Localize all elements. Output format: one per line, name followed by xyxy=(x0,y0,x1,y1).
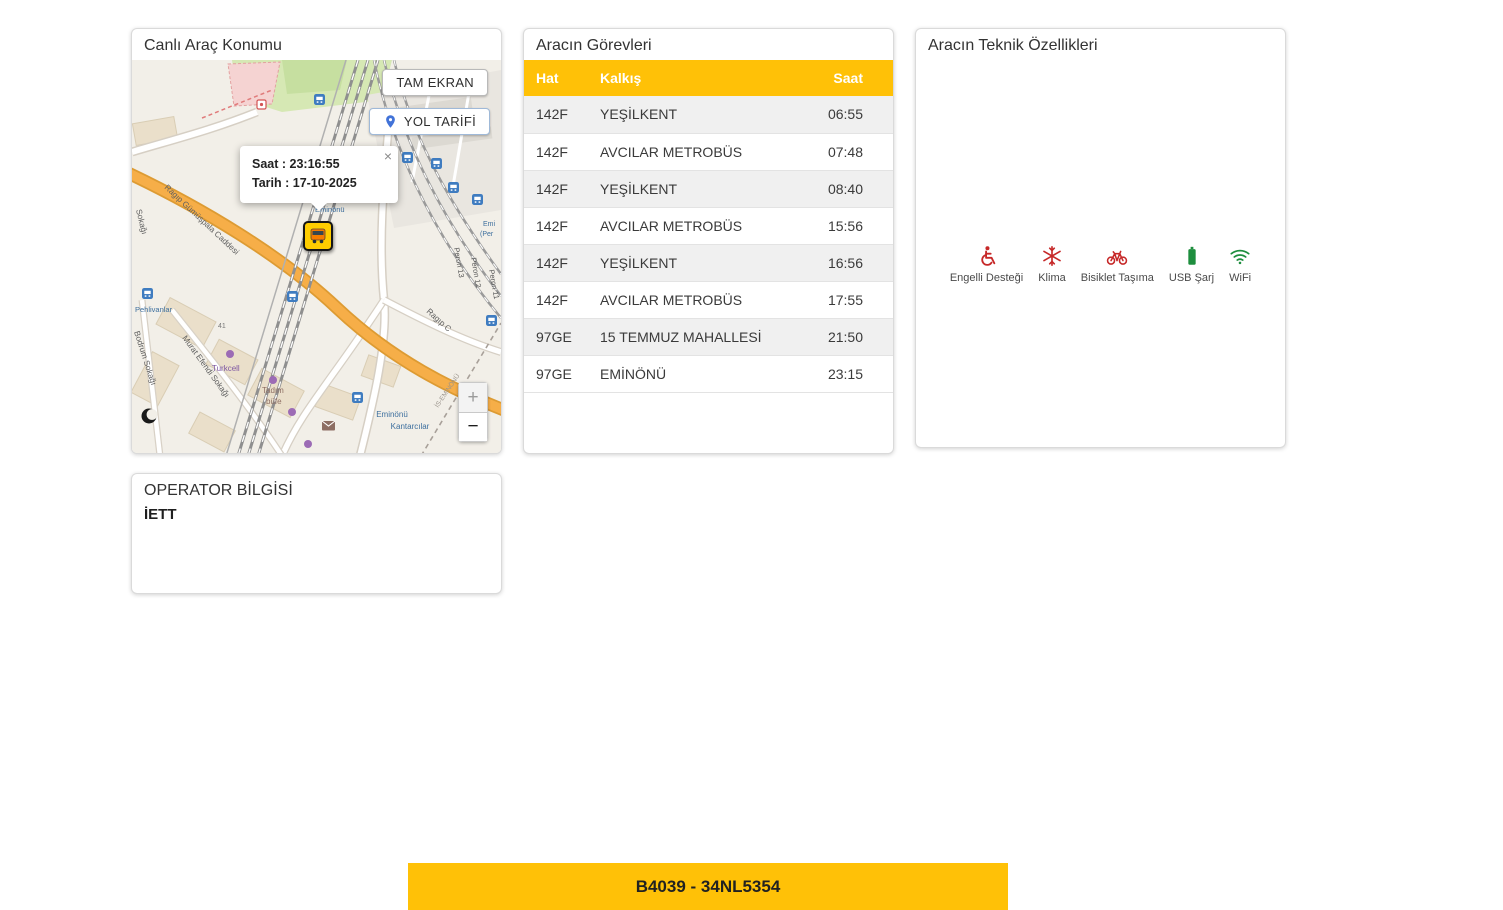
tooltip-date: Tarih : 17-10-2025 xyxy=(252,174,386,193)
cell-kalkis: EMİNÖNÜ xyxy=(588,355,805,392)
map-canvas[interactable]: Ragıp Gümüşpala Caddesi Ragıp C Murat Ef… xyxy=(132,60,501,454)
feature-wifi: WiFi xyxy=(1229,245,1251,284)
column-header-saat: Saat xyxy=(805,60,893,96)
transit-stop-icon xyxy=(472,194,483,205)
cell-saat: 08:40 xyxy=(805,170,893,207)
transit-stop-icon xyxy=(142,288,153,299)
fullscreen-button[interactable]: TAM EKRAN xyxy=(382,69,488,96)
cell-kalkis: AVCILAR METROBÜS xyxy=(588,207,805,244)
bus-marker[interactable] xyxy=(303,221,333,251)
table-row: 142F AVCILAR METROBÜS 15:56 xyxy=(524,207,893,244)
wifi-icon xyxy=(1229,245,1251,267)
cell-hat: 142F xyxy=(524,281,588,318)
cell-saat: 06:55 xyxy=(805,96,893,133)
table-row: 142F AVCILAR METROBÜS 07:48 xyxy=(524,133,893,170)
bicycle-icon xyxy=(1106,245,1128,267)
tooltip-time: Saat : 23:16:55 xyxy=(252,155,386,174)
location-pin-icon xyxy=(383,114,398,129)
table-row: 142F YEŞİLKENT 08:40 xyxy=(524,170,893,207)
features-row: Engelli Desteği Klima Bisiklet Taşıma xyxy=(916,245,1285,284)
cell-saat: 21:50 xyxy=(805,318,893,355)
transit-stop-icon xyxy=(352,392,363,403)
cell-hat: 142F xyxy=(524,244,588,281)
feature-usb-charge: USB Şarj xyxy=(1169,245,1214,284)
directions-button[interactable]: YOL TARİFİ xyxy=(369,108,490,135)
table-row: 142F YEŞİLKENT 06:55 xyxy=(524,96,893,133)
table-row: 97GE 15 TEMMUZ MAHALLESİ 21:50 xyxy=(524,318,893,355)
tooltip-close-icon[interactable]: × xyxy=(384,149,392,163)
cell-hat: 142F xyxy=(524,170,588,207)
wheelchair-icon xyxy=(976,245,998,267)
transit-stop-icon xyxy=(402,152,413,163)
zoom-in-button[interactable]: + xyxy=(458,382,488,412)
cell-kalkis: AVCILAR METROBÜS xyxy=(588,281,805,318)
poi-label: Tadım xyxy=(262,386,284,395)
cell-kalkis: YEŞİLKENT xyxy=(588,244,805,281)
map-card-title: Canlı Araç Konumu xyxy=(132,29,501,60)
column-header-hat: Hat xyxy=(524,60,588,96)
cell-kalkis: YEŞİLKENT xyxy=(588,96,805,133)
cell-kalkis: YEŞİLKENT xyxy=(588,170,805,207)
battery-icon xyxy=(1181,245,1203,267)
feature-bicycle: Bisiklet Taşıma xyxy=(1081,245,1154,284)
vehicle-tasks-card: Aracın Görevleri Hat Kalkış Saat 142F YE… xyxy=(523,28,894,454)
tasks-card-title: Aracın Görevleri xyxy=(524,29,893,60)
feature-label: Engelli Desteği xyxy=(950,272,1023,284)
table-row: 142F AVCILAR METROBÜS 17:55 xyxy=(524,281,893,318)
snowflake-icon xyxy=(1041,245,1063,267)
transit-stop-icon xyxy=(448,182,459,193)
stop-label: Kantarcılar xyxy=(391,422,430,431)
stop-label: (Per xyxy=(480,231,494,238)
table-row: 142F YEŞİLKENT 16:56 xyxy=(524,244,893,281)
operator-card: OPERATOR BİLGİSİ İETT xyxy=(131,473,502,594)
zoom-out-button[interactable]: − xyxy=(458,412,488,442)
cell-saat: 07:48 xyxy=(805,133,893,170)
stop-label: Pehlivanlar xyxy=(135,305,173,314)
directions-button-label: YOL TARİFİ xyxy=(404,114,476,129)
map-construction-area xyxy=(228,62,280,106)
cell-saat: 23:15 xyxy=(805,355,893,392)
feature-label: Klima xyxy=(1038,272,1066,284)
column-header-kalkis: Kalkış xyxy=(588,60,805,96)
poi-label: büfe xyxy=(266,397,282,406)
transit-stop-icon xyxy=(431,158,442,169)
cell-kalkis: AVCILAR METROBÜS xyxy=(588,133,805,170)
stop-label: Emi xyxy=(483,221,496,228)
specs-card-title: Aracın Teknik Özellikleri xyxy=(916,29,1285,60)
feature-label: WiFi xyxy=(1229,272,1251,284)
poi-label: Turkcell xyxy=(212,364,240,373)
cell-saat: 16:56 xyxy=(805,244,893,281)
cell-saat: 17:55 xyxy=(805,281,893,318)
vehicle-tooltip: × Saat : 23:16:55 Tarih : 17-10-2025 xyxy=(240,146,398,203)
post-office-icon xyxy=(322,421,335,431)
bus-icon xyxy=(308,226,328,246)
feature-wheelchair: Engelli Desteği xyxy=(950,245,1023,284)
vehicle-id-banner: B4039 - 34NL5354 xyxy=(408,863,1008,910)
house-number: 41 xyxy=(218,323,226,330)
transit-stop-icon xyxy=(287,291,298,302)
technical-specs-card: Aracın Teknik Özellikleri Engelli Desteğ… xyxy=(915,28,1286,448)
cell-hat: 142F xyxy=(524,207,588,244)
tram-stop-icon xyxy=(257,100,266,109)
feature-label: Bisiklet Taşıma xyxy=(1081,272,1154,284)
cell-saat: 15:56 xyxy=(805,207,893,244)
cell-hat: 142F xyxy=(524,96,588,133)
operator-card-title: OPERATOR BİLGİSİ xyxy=(132,474,501,505)
transit-stop-icon xyxy=(314,94,325,105)
page: Canlı Araç Konumu xyxy=(0,0,1503,910)
tasks-table: Hat Kalkış Saat 142F YEŞİLKENT 06:55 142… xyxy=(524,60,893,393)
cell-hat: 97GE xyxy=(524,355,588,392)
transit-stop-icon xyxy=(486,315,497,326)
cell-hat: 97GE xyxy=(524,318,588,355)
feature-label: USB Şarj xyxy=(1169,272,1214,284)
tasks-table-header-row: Hat Kalkış Saat xyxy=(524,60,893,96)
feature-climate: Klima xyxy=(1038,245,1066,284)
operator-name: İETT xyxy=(132,505,501,524)
live-location-card: Canlı Araç Konumu xyxy=(131,28,502,454)
zoom-control: + − xyxy=(458,382,488,442)
stop-label: Eminönü xyxy=(376,410,408,419)
cell-kalkis: 15 TEMMUZ MAHALLESİ xyxy=(588,318,805,355)
table-row: 97GE EMİNÖNÜ 23:15 xyxy=(524,355,893,392)
cell-hat: 142F xyxy=(524,133,588,170)
